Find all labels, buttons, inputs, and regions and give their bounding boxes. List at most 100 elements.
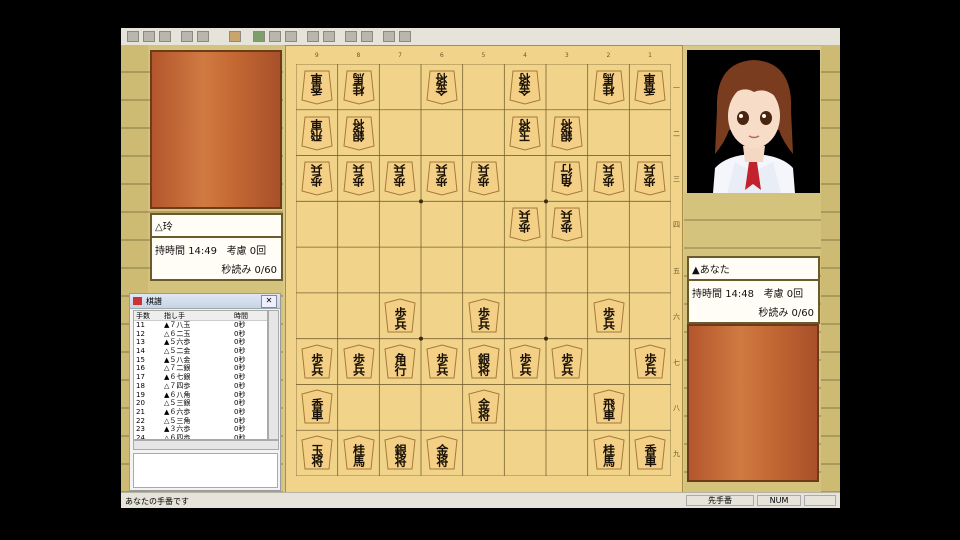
sente-piece[interactable]: 歩兵 [342, 343, 375, 381]
sente-piece[interactable]: 歩兵 [551, 343, 583, 381]
gote-piece[interactable]: 銀将 [551, 114, 583, 152]
sente-piece[interactable]: 銀将 [467, 343, 500, 381]
piece-label: 金将 [434, 444, 449, 467]
record-row[interactable]: 21 ▲６六歩 0秒 [134, 408, 267, 417]
gote-piece[interactable]: 桂馬 [342, 68, 375, 106]
sente-piece[interactable]: 玉将 [301, 434, 333, 472]
record-hscrollbar[interactable] [133, 440, 279, 450]
sente-piece-stand[interactable] [687, 324, 819, 482]
record-titlebar[interactable]: 棋譜 ✕ [130, 294, 280, 309]
gote-consumed: 0回 [249, 246, 267, 257]
gote-piece[interactable]: 歩兵 [384, 159, 416, 197]
gote-piece[interactable]: 香車 [634, 68, 666, 106]
gote-piece[interactable]: 飛車 [301, 114, 333, 152]
time-label: 持時間 [155, 246, 185, 257]
record-row[interactable]: 18 △７四歩 0秒 [134, 382, 267, 391]
first-move-icon[interactable] [181, 31, 193, 42]
sente-piece[interactable]: 桂馬 [342, 434, 375, 472]
file-label: 3 [564, 52, 569, 59]
star-point [419, 199, 423, 204]
resign-icon[interactable] [383, 31, 395, 42]
record-row[interactable]: 19 ▲６八角 0秒 [134, 391, 267, 400]
gote-piece[interactable]: 桂馬 [592, 68, 625, 106]
record-row[interactable]: 12 △６二玉 0秒 [134, 330, 267, 339]
gote-piece[interactable]: 歩兵 [301, 159, 333, 197]
col-header[interactable]: 手数 [134, 311, 164, 320]
hint-icon[interactable] [253, 31, 265, 42]
sente-piece[interactable]: 歩兵 [509, 343, 541, 381]
piece-label: 香車 [643, 444, 658, 467]
piece-label: 歩兵 [601, 306, 616, 329]
sente-piece[interactable]: 飛車 [592, 388, 625, 426]
record-cell: 19 [136, 390, 145, 399]
piece-label: 歩兵 [559, 211, 574, 234]
flip-board-icon[interactable] [307, 31, 319, 42]
sente-piece[interactable]: 歩兵 [467, 297, 500, 335]
record-cell: △７四歩 [164, 381, 191, 390]
sente-piece[interactable]: 香車 [301, 388, 333, 426]
sente-time: 14:48 [725, 289, 755, 300]
record-icon [133, 297, 142, 305]
gote-time-row: 持時間 14:49 考慮 0回 [155, 242, 266, 257]
sente-piece[interactable]: 香車 [634, 434, 666, 472]
gote-piece[interactable]: 角行 [551, 159, 583, 197]
sente-piece[interactable]: 金将 [467, 388, 500, 426]
record-row[interactable]: 13 ▲５六歩 0秒 [134, 338, 267, 347]
settings-icon[interactable] [229, 31, 241, 42]
gote-piece[interactable]: 歩兵 [509, 205, 541, 243]
record-row[interactable]: 16 △７二銀 0秒 [134, 364, 267, 373]
gote-piece[interactable]: 歩兵 [467, 159, 500, 197]
sente-piece[interactable]: 歩兵 [634, 343, 666, 381]
record-row[interactable]: 22 △５三角 0秒 [134, 417, 267, 426]
record-cell: 13 [136, 338, 145, 347]
piece-label: 飛車 [601, 398, 616, 421]
gote-piece[interactable]: 玉将 [509, 114, 541, 152]
record-row[interactable]: 14 △５二金 0秒 [134, 347, 267, 356]
gote-piece[interactable]: 歩兵 [342, 159, 375, 197]
open-icon[interactable] [143, 31, 155, 42]
sente-piece[interactable]: 歩兵 [384, 297, 416, 335]
sente-piece[interactable]: 桂馬 [592, 434, 625, 472]
new-game-icon[interactable] [127, 31, 139, 42]
record-row[interactable]: 17 ▲６七銀 0秒 [134, 373, 267, 382]
sente-piece[interactable]: 歩兵 [592, 297, 625, 335]
analysis-icon[interactable] [345, 31, 357, 42]
record-row[interactable]: 20 △５三銀 0秒 [134, 399, 267, 408]
sente-piece[interactable]: 銀将 [384, 434, 416, 472]
record-row[interactable]: 23 ▲３六歩 0秒 [134, 425, 267, 434]
piece-label: 銀将 [476, 352, 491, 375]
gote-piece[interactable]: 香車 [301, 68, 333, 106]
rank-label: 七 [673, 358, 680, 367]
gote-piece[interactable]: 金将 [426, 68, 458, 106]
gote-piece[interactable]: 歩兵 [592, 159, 625, 197]
gote-piece-stand[interactable] [150, 50, 282, 209]
record-cell: ▲７八玉 [164, 321, 191, 329]
record-row[interactable]: 11 ▲７八玉 0秒 [134, 321, 267, 330]
record-list[interactable]: 手数 指し手 時間 11 ▲７八玉 0秒 12 △６二玉 0秒 13 ▲５六歩 0秒 14 △５二金… [133, 310, 268, 440]
record-icon[interactable] [323, 31, 335, 42]
comment-box[interactable] [133, 453, 278, 488]
sound-icon[interactable] [361, 31, 373, 42]
gote-piece[interactable]: 金将 [509, 68, 541, 106]
gote-piece[interactable]: 銀将 [342, 114, 375, 152]
sente-piece[interactable]: 角行 [384, 343, 416, 381]
file-label: 6 [439, 52, 444, 59]
gote-piece[interactable]: 歩兵 [426, 159, 458, 197]
piece-label: 金将 [476, 398, 491, 421]
save-icon[interactable] [159, 31, 171, 42]
gote-piece[interactable]: 歩兵 [551, 205, 583, 243]
close-icon[interactable]: ✕ [261, 295, 277, 308]
record-row[interactable]: 15 ▲５八金 0秒 [134, 356, 267, 365]
help-icon[interactable] [399, 31, 411, 42]
sente-piece[interactable]: 歩兵 [301, 343, 333, 381]
undo-icon[interactable] [269, 31, 281, 42]
sente-piece[interactable]: 歩兵 [426, 343, 458, 381]
sente-piece[interactable]: 金将 [426, 434, 458, 472]
redo-icon[interactable] [285, 31, 297, 42]
piece-label: 飛車 [309, 119, 324, 142]
gote-piece[interactable]: 歩兵 [634, 159, 666, 197]
prev-move-icon[interactable] [197, 31, 209, 42]
col-header[interactable]: 指し手 [164, 311, 234, 320]
record-scrollbar[interactable] [268, 310, 279, 440]
col-header[interactable]: 時間 [234, 311, 264, 320]
